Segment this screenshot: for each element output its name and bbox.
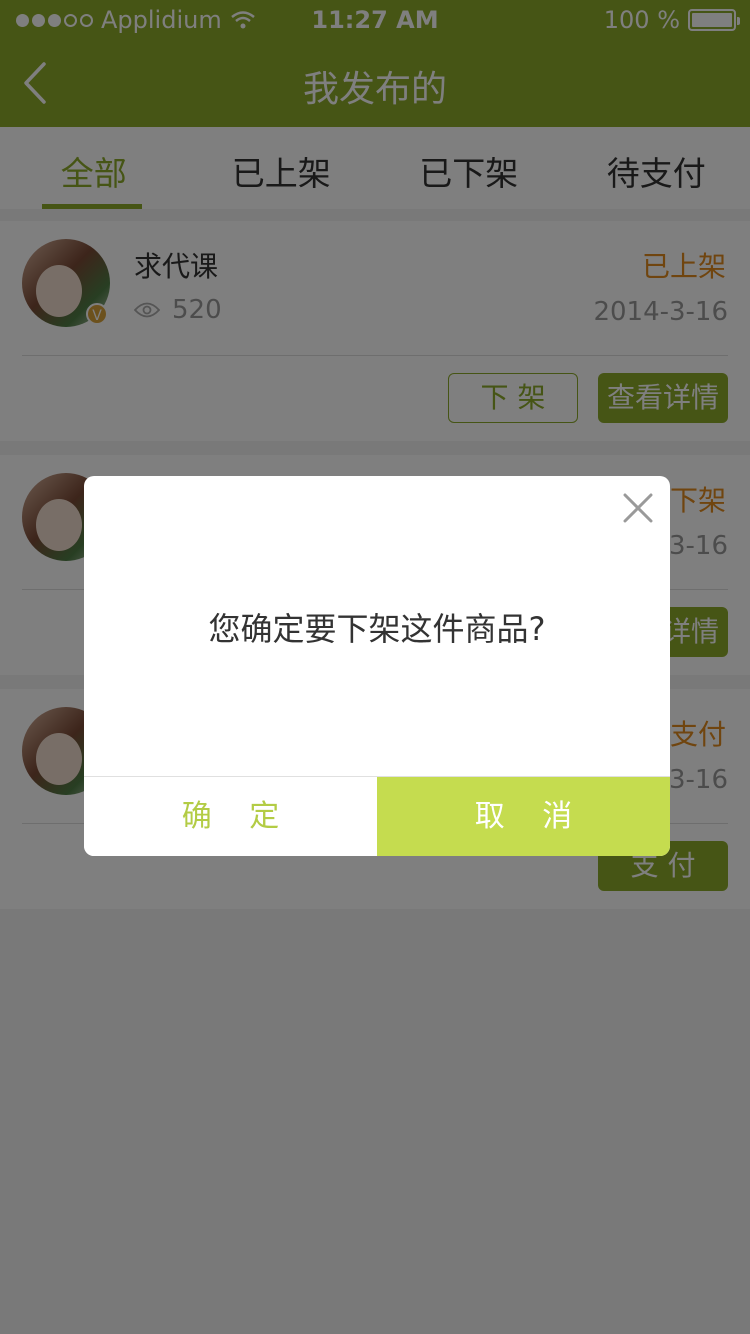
dialog-actions: 确 定 取 消	[84, 776, 670, 856]
dialog-message: 您确定要下架这件商品?	[208, 610, 546, 648]
confirm-dialog: 您确定要下架这件商品? 确 定 取 消	[84, 476, 670, 856]
close-button[interactable]	[622, 492, 654, 524]
close-icon	[623, 493, 653, 523]
cancel-button[interactable]: 取 消	[377, 777, 670, 856]
confirm-button[interactable]: 确 定	[84, 777, 377, 856]
